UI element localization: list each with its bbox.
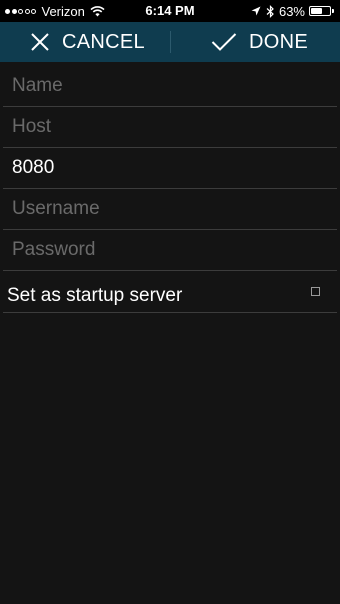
username-field-row bbox=[3, 189, 337, 230]
battery-fill bbox=[311, 8, 323, 14]
username-input[interactable] bbox=[12, 189, 332, 229]
name-input[interactable] bbox=[12, 66, 332, 106]
startup-server-label: Set as startup server bbox=[7, 285, 183, 306]
done-label: DONE bbox=[249, 30, 308, 53]
status-bar: Verizon 6:14 PM 63% bbox=[0, 0, 340, 22]
status-right: 63% bbox=[251, 3, 334, 19]
done-button[interactable]: DONE bbox=[211, 22, 308, 62]
password-input[interactable] bbox=[12, 230, 332, 270]
edit-toolbar: CANCEL DONE bbox=[0, 22, 340, 62]
checkmark-icon bbox=[211, 33, 237, 51]
battery-percent: 63% bbox=[278, 3, 305, 19]
cancel-button[interactable]: CANCEL bbox=[30, 22, 145, 62]
startup-server-row[interactable]: Set as startup server bbox=[3, 271, 337, 313]
server-edit-screen: Verizon 6:14 PM 63% CANCEL DONE Name Hos… bbox=[0, 0, 340, 604]
host-input[interactable] bbox=[12, 107, 332, 147]
location-arrow-icon bbox=[251, 6, 261, 16]
port-field-row bbox=[3, 148, 337, 189]
port-input[interactable] bbox=[12, 148, 332, 188]
password-field-row bbox=[3, 230, 337, 271]
bluetooth-icon bbox=[266, 4, 274, 18]
name-field-row bbox=[3, 66, 337, 107]
server-form: Set as startup server bbox=[0, 66, 340, 313]
close-icon bbox=[31, 33, 49, 51]
host-field-row bbox=[3, 107, 337, 148]
toolbar-divider bbox=[170, 31, 171, 53]
startup-server-checkbox[interactable] bbox=[311, 287, 320, 296]
battery-cap bbox=[332, 9, 334, 13]
cancel-label: CANCEL bbox=[62, 30, 145, 53]
battery-icon bbox=[309, 6, 331, 16]
